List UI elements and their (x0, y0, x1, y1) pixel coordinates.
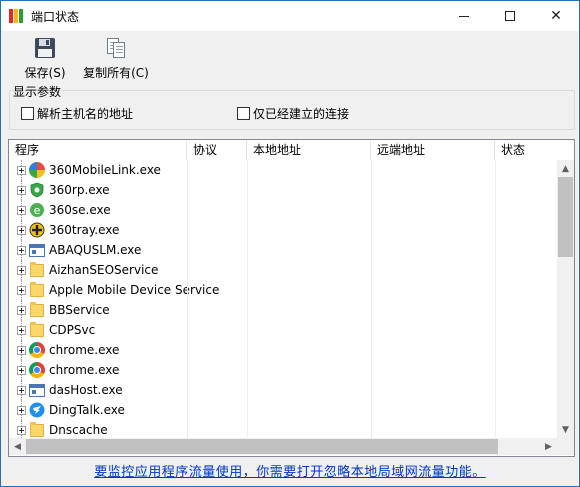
process-name: ABAQUSLM.exe (49, 243, 142, 257)
save-button[interactable]: 保存(S) (24, 37, 66, 83)
folder-icon (29, 262, 45, 278)
process-name: Dnscache (49, 423, 108, 437)
toolbar: 保存(S) 复制所有(C) (1, 31, 579, 83)
copy-all-label: 复制所有(C) (83, 66, 149, 80)
expand-icon[interactable] (17, 186, 26, 195)
expand-icon[interactable] (17, 166, 26, 175)
close-button[interactable]: ✕ (533, 1, 579, 31)
process-name: dasHost.exe (49, 383, 123, 397)
display-params-title: 显示参数 (13, 85, 62, 99)
maximize-button[interactable] (487, 1, 533, 31)
copy-all-button[interactable]: 复制所有(C) (83, 37, 149, 83)
window-icon (29, 242, 45, 258)
folder-icon (29, 302, 45, 318)
maximize-icon (505, 11, 515, 21)
table-row[interactable]: chrome.exe (9, 340, 557, 360)
lan-traffic-setting-link[interactable]: 要监控应用程序流量使用，你需要打开忽略本地局域网流量功能。 (1, 461, 579, 480)
expand-icon[interactable] (17, 306, 26, 315)
resolve-hostname-option[interactable]: 解析主机名的地址 (21, 105, 133, 122)
resolve-hostname-label: 解析主机名的地址 (37, 107, 134, 121)
table-row[interactable]: 360MobileLink.exe (9, 160, 557, 180)
chrome-icon (29, 342, 45, 358)
close-icon: ✕ (550, 8, 562, 24)
chrome-icon (29, 362, 45, 378)
expand-icon[interactable] (17, 366, 26, 375)
column-header-protocol[interactable]: 协议 (187, 140, 247, 160)
title-bar[interactable]: 端口状态 ✕ (1, 1, 579, 31)
expand-icon[interactable] (17, 266, 26, 275)
column-header-remote-address[interactable]: 远端地址 (371, 140, 495, 160)
scroll-right-button[interactable]: ▶ (540, 438, 557, 455)
column-header-state[interactable]: 状态 (495, 140, 557, 160)
process-name: Apple Mobile Device Service (49, 283, 220, 297)
table-row[interactable]: AizhanSEOService (9, 260, 557, 280)
horizontal-scroll-thumb[interactable] (26, 439, 498, 454)
table-row[interactable]: CDPSvc (9, 320, 557, 340)
process-name: chrome.exe (49, 343, 120, 357)
established-only-label: 仅已经建立的连接 (253, 107, 350, 121)
table-row[interactable]: BBService (9, 300, 557, 320)
table-row[interactable]: chrome.exe (9, 360, 557, 380)
expand-icon[interactable] (17, 286, 26, 295)
column-header-program[interactable]: 程序 (9, 140, 187, 160)
table-body: 360MobileLink.exe 360rp.exe e 360se.exe … (9, 160, 557, 438)
table-row[interactable]: Dnscache (9, 420, 557, 438)
window-title: 端口状态 (31, 10, 80, 24)
process-name: chrome.exe (49, 363, 120, 377)
minimize-button[interactable] (441, 1, 487, 31)
expand-icon[interactable] (17, 246, 26, 255)
expand-icon[interactable] (17, 206, 26, 215)
process-name: BBService (49, 303, 110, 317)
360-tray-icon (29, 222, 45, 238)
process-name: 360MobileLink.exe (49, 163, 161, 177)
expand-icon[interactable] (17, 346, 26, 355)
scroll-down-button[interactable]: ▼ (557, 421, 574, 438)
copy-documents-icon (105, 37, 127, 59)
floppy-disk-icon (34, 37, 56, 59)
folder-icon (29, 282, 45, 298)
expand-icon[interactable] (17, 426, 26, 435)
svg-text:e: e (34, 204, 41, 217)
established-only-checkbox[interactable] (237, 107, 250, 120)
process-name: 360tray.exe (49, 223, 120, 237)
process-name: CDPSvc (49, 323, 96, 337)
table-row[interactable]: ABAQUSLM.exe (9, 240, 557, 260)
table-row[interactable]: 360tray.exe (9, 220, 557, 240)
table-row[interactable]: e 360se.exe (9, 200, 557, 220)
scrollbar-corner (557, 438, 574, 455)
minimize-icon (459, 15, 469, 17)
scroll-left-button[interactable]: ◀ (9, 438, 26, 455)
folder-icon (29, 422, 45, 438)
table-row[interactable]: dasHost.exe (9, 380, 557, 400)
process-name: 360se.exe (49, 203, 111, 217)
folder-icon (29, 322, 45, 338)
save-label: 保存(S) (24, 66, 66, 80)
expand-icon[interactable] (17, 386, 26, 395)
process-name: AizhanSEOService (49, 263, 159, 277)
360-shield-icon (29, 182, 45, 198)
table-row[interactable]: 360rp.exe (9, 180, 557, 200)
expand-icon[interactable] (17, 226, 26, 235)
360-mobile-icon (29, 162, 45, 178)
app-bar-chart-icon (9, 9, 23, 23)
process-name: 360rp.exe (49, 183, 110, 197)
table-row[interactable]: DingTalk.exe (9, 400, 557, 420)
column-header-local-address[interactable]: 本地地址 (247, 140, 371, 160)
window-icon (29, 382, 45, 398)
established-only-option[interactable]: 仅已经建立的连接 (237, 105, 349, 122)
port-status-window: 端口状态 ✕ 保存(S) 复制所有(C) 显示参数 解析主机名的地址 仅已经建立… (0, 0, 580, 487)
expand-icon[interactable] (17, 406, 26, 415)
table-header: 程序 协议 本地地址 远端地址 状态 (9, 140, 574, 160)
expand-icon[interactable] (17, 326, 26, 335)
connections-table: 程序 协议 本地地址 远端地址 状态 360MobileLink.exe 360… (8, 139, 575, 457)
horizontal-scrollbar[interactable]: ◀ ▶ (9, 438, 557, 455)
dingtalk-icon (29, 402, 45, 418)
process-name: DingTalk.exe (49, 403, 125, 417)
vertical-scroll-thumb[interactable] (558, 177, 573, 257)
table-row[interactable]: Apple Mobile Device Service (9, 280, 557, 300)
scroll-up-button[interactable]: ▲ (557, 160, 574, 177)
resolve-hostname-checkbox[interactable] (21, 107, 34, 120)
vertical-scrollbar[interactable]: ▲ ▼ (557, 160, 574, 438)
360-browser-icon: e (29, 202, 45, 218)
